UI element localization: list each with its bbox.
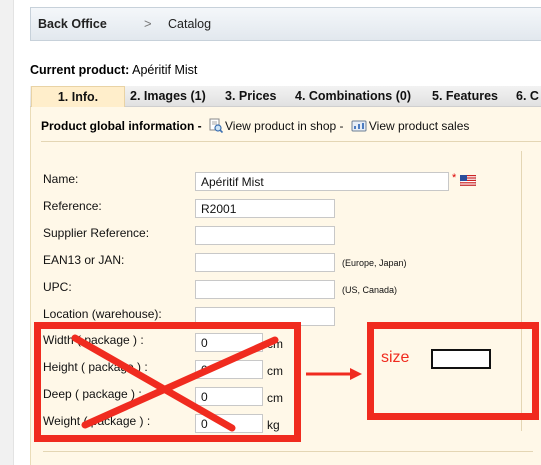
ean13-label: EAN13 or JAN: (43, 253, 125, 267)
tab-prices[interactable]: 3. Prices (225, 89, 276, 103)
tab-info[interactable]: 1. Info. (31, 86, 125, 108)
supplier-reference-input[interactable] (195, 226, 335, 245)
annotation-size-label: size (381, 349, 410, 366)
ean13-input[interactable] (195, 253, 335, 272)
view-product-in-shop-link[interactable]: View product in shop - (225, 119, 344, 133)
panel-divider (41, 141, 541, 142)
current-product-name: Apéritif Mist (132, 63, 198, 77)
tab-images[interactable]: 2. Images (1) (130, 89, 206, 103)
supplier-reference-label: Supplier Reference: (43, 226, 150, 240)
magnifier-page-icon (209, 118, 224, 136)
annotation-box-size (367, 322, 539, 420)
breadcrumb: Back Office > Catalog (30, 7, 541, 41)
required-marker: * (452, 172, 457, 184)
upc-hint: (US, Canada) (342, 285, 398, 295)
breadcrumb-back-office-link[interactable]: Back Office (38, 17, 107, 31)
tab-combinations[interactable]: 4. Combinations (0) (295, 89, 411, 103)
name-input[interactable] (195, 172, 449, 191)
panel-header: Product global information - View produc… (41, 118, 469, 136)
reference-label: Reference: (43, 199, 102, 213)
breadcrumb-catalog-link[interactable]: Catalog (168, 17, 211, 31)
ean13-hint: (Europe, Japan) (342, 258, 407, 268)
panel-bottom-divider (43, 451, 533, 452)
tab-more[interactable]: 6. C (516, 89, 539, 103)
upc-input[interactable] (195, 280, 335, 299)
name-label: Name: (43, 172, 79, 186)
us-flag-icon[interactable] (459, 174, 477, 187)
left-frame-edge (0, 0, 14, 465)
chevron-right-icon: > (144, 16, 152, 31)
tab-features[interactable]: 5. Features (432, 89, 498, 103)
location-label: Location (warehouse): (43, 307, 162, 321)
annotation-box-package-fields (34, 322, 301, 442)
current-product-heading: Current product: Apéritif Mist (30, 63, 197, 77)
upc-label: UPC: (43, 280, 72, 294)
current-product-label: Current product: (30, 63, 130, 77)
sales-report-icon (351, 119, 367, 136)
annotation-size-field (431, 349, 491, 369)
reference-input[interactable] (195, 199, 335, 218)
panel-title: Product global information - (41, 119, 202, 133)
product-tabs: 1. Info. 2. Images (1) 3. Prices 4. Comb… (30, 86, 541, 108)
view-product-sales-link[interactable]: View product sales (369, 119, 470, 133)
